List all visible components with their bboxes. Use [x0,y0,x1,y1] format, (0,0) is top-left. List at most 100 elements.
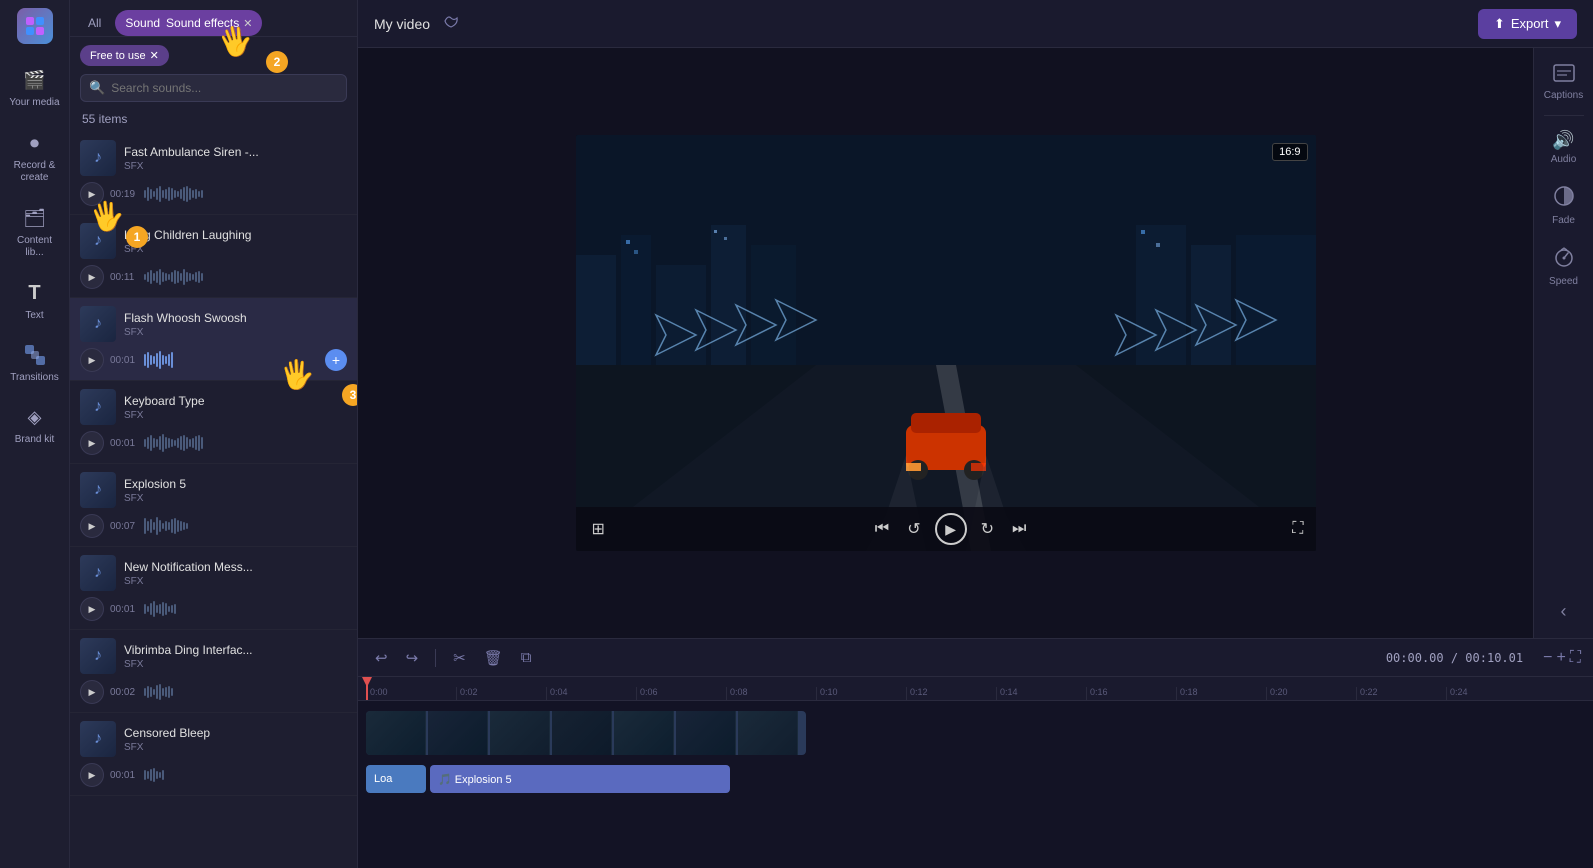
sound-item[interactable]: ♪ Keyboard Type SFX ▶ 00:01 [70,381,357,464]
step-2-badge: 2 [266,51,288,73]
sound-title: Long Children Laughing [124,228,284,242]
sound-item[interactable]: ♪ Explosion 5 SFX ▶ 00:07 [70,464,357,547]
ruler-mark: 0:14 [996,687,1086,700]
ruler-mark: 0:00 [366,687,456,700]
ruler-mark: 0:22 [1356,687,1446,700]
playhead[interactable] [366,677,368,700]
waveform [144,433,347,453]
play-btn[interactable]: ▶ [80,514,104,538]
sound-duration: 00:01 [110,438,138,449]
panel-tabs: All Sound Sound effects ✕ [70,0,357,37]
export-icon: ⬆ [1494,16,1505,32]
tab-close-btn[interactable]: ✕ [243,17,252,30]
record-icon: ⏺ [21,129,49,157]
play-btn[interactable]: ▶ [80,431,104,455]
ruler-mark: 0:16 [1086,687,1176,700]
waveform [144,599,347,619]
play-pause-btn[interactable]: ▶ [935,513,967,545]
play-btn[interactable]: ▶ [80,680,104,704]
sound-title: Keyboard Type [124,394,284,408]
audio-icon: 🔊 [1552,130,1574,151]
sound-item[interactable]: ♪ Censored Bleep SFX ▶ 00:01 [70,713,357,796]
redo-btn[interactable]: ↪ [401,646,424,670]
sound-duration: 00:02 [110,687,138,698]
ruler-marks: 0:00 0:02 0:04 0:06 0:08 0:10 0:12 0:14 … [366,687,1593,700]
caption-toggle-btn[interactable]: ⊞ [588,515,609,543]
sound-tag: SFX [124,161,347,172]
sidebar-item-your-media[interactable]: 🎬 Your media [4,58,66,117]
play-btn[interactable]: ▶ [80,265,104,289]
sound-duration: 00:19 [110,189,138,200]
play-btn[interactable]: ▶ [80,597,104,621]
skip-back-btn[interactable]: ⏮ [871,516,893,542]
play-btn[interactable]: ▶ [80,348,104,372]
divider [435,649,436,667]
sound-thumb: ♪ [80,472,116,508]
skip-forward-btn[interactable]: ⏭ [1008,516,1030,542]
search-icon: 🔍 [89,80,105,96]
tab-all[interactable]: All [78,10,111,36]
cut-btn[interactable]: ✂ [448,646,471,670]
sound-title: Fast Ambulance Siren -... [124,145,284,159]
sidebar-item-transitions[interactable]: Transitions [4,333,66,391]
top-bar: My video ⬆ Export ▾ [358,0,1593,48]
sound-item[interactable]: ♪ New Notification Mess... SFX ▶ 00:01 [70,547,357,630]
forward-5s-btn[interactable]: ↻ [977,515,998,543]
waveform [144,765,347,785]
waveform [144,682,347,702]
fullscreen-btn[interactable]: ⛶ [1292,520,1303,538]
play-btn[interactable]: ▶ [80,182,104,206]
tab-sound-effects[interactable]: Sound Sound effects ✕ [115,10,262,36]
filter-close-icon: ✕ [150,49,159,62]
free-to-use-filter[interactable]: Free to use ✕ [80,45,169,66]
content-icon: 🗂 [21,204,49,232]
audio-track-row: Loa 🎵 Explosion 5 [366,763,1593,795]
sidebar-item-content[interactable]: 🗂 Contentlib... [4,196,66,267]
right-item-audio[interactable]: 🔊 Audio [1538,122,1590,173]
audio-clip-1[interactable]: Loa [366,765,426,793]
ruler-mark: 0:10 [816,687,906,700]
zoom-out-btn[interactable]: − [1543,649,1552,667]
duplicate-btn[interactable]: ⧉ [516,646,537,669]
export-dropdown-icon: ▾ [1554,16,1561,32]
time-display: 00:00.00 / 00:10.01 [1386,651,1523,665]
sound-item[interactable]: ♪ Vibrimba Ding Interfac... SFX ▶ 00:02 [70,630,357,713]
waveform [144,267,347,287]
sound-thumb: ♪ [80,223,116,259]
sidebar-item-brand[interactable]: ◈ Brand kit [4,395,66,453]
search-input[interactable] [111,81,338,95]
zoom-in-btn[interactable]: + [1556,649,1565,667]
rewind-5s-btn[interactable]: ↺ [903,515,924,543]
export-btn[interactable]: ⬆ Export ▾ [1478,9,1577,39]
magic-resize-btn[interactable] [442,12,460,35]
sound-tag: SFX [124,327,347,338]
items-count: 55 items [70,108,357,132]
sound-tag: SFX [124,493,347,504]
sound-title: Censored Bleep [124,726,284,740]
sound-item[interactable]: ♪ Long Children Laughing SFX ▶ 00:11 [70,215,357,298]
video-preview: 16:9 ⊞ ⏮ ↺ ▶ ↻ ⏭ ⛶ [576,135,1316,551]
fit-timeline-btn[interactable]: ⛶ [1570,649,1581,667]
undo-btn[interactable]: ↩ [370,646,393,670]
sound-item[interactable]: ♪ Fast Ambulance Siren -... SFX ▶ 00:19 [70,132,357,215]
collapse-panel-btn[interactable]: ‹ [1553,593,1575,630]
right-item-fade[interactable]: Fade [1538,177,1590,234]
sound-item-highlighted[interactable]: ♪ Flash Whoosh Swoosh SFX ▶ 00:01 [70,298,357,381]
right-item-captions[interactable]: Captions [1538,56,1590,109]
video-area: 16:9 ⊞ ⏮ ↺ ▶ ↻ ⏭ ⛶ [358,48,1533,638]
ruler-mark: 0:02 [456,687,546,700]
delete-btn[interactable]: 🗑 [479,646,508,670]
captions-label: Captions [1544,90,1583,101]
sound-tag: SFX [124,244,347,255]
play-btn[interactable]: ▶ [80,763,104,787]
sound-thumb: ♪ [80,555,116,591]
video-track[interactable] [366,711,806,755]
video-controls: ⊞ ⏮ ↺ ▶ ↻ ⏭ ⛶ [576,507,1316,551]
video-title: My video [374,16,430,32]
search-bar[interactable]: 🔍 [80,74,347,102]
right-item-speed[interactable]: Speed [1538,238,1590,295]
add-to-timeline-btn[interactable]: + [325,349,347,371]
audio-clip-2[interactable]: 🎵 Explosion 5 [430,765,730,793]
sidebar-item-text[interactable]: T Text [4,271,66,329]
sidebar-item-record[interactable]: ⏺ Record &create [4,121,66,192]
